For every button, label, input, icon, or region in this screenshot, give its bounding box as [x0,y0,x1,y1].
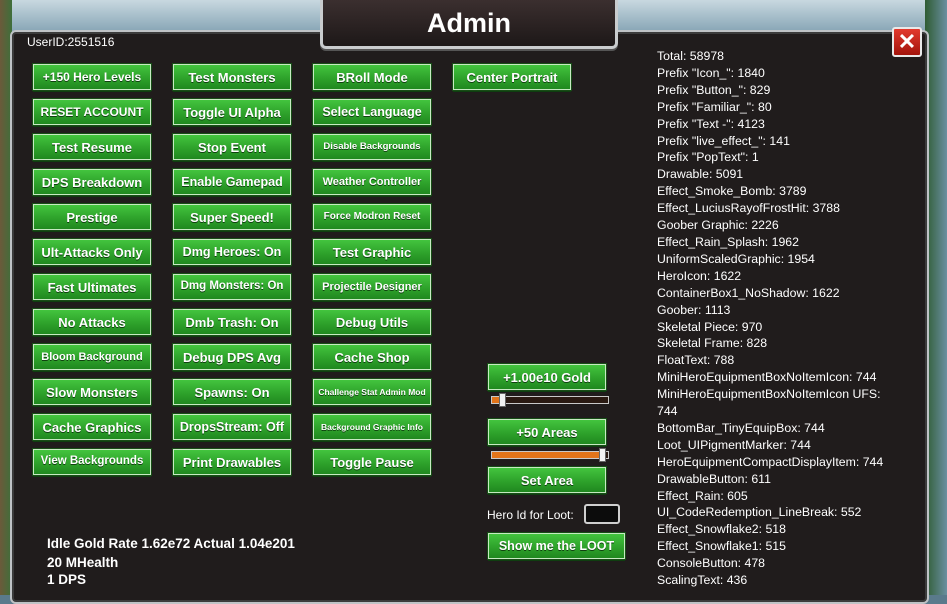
disable-backgrounds-button[interactable]: Disable Backgrounds [312,133,432,161]
hero-id-label: Hero Id for Loot: [487,508,574,522]
super-speed-button[interactable]: Super Speed! [172,203,292,231]
spawns-toggle[interactable]: Spawns: On [172,378,292,406]
no-attacks-button[interactable]: No Attacks [32,308,152,336]
stats-list-item: Effect_Snowflake1: 515 [657,539,786,554]
fast-ultimates-button[interactable]: Fast Ultimates [32,273,152,301]
add-areas-button[interactable]: +50 Areas [487,418,607,446]
enable-gamepad-button[interactable]: Enable Gamepad [172,168,292,196]
test-monsters-button[interactable]: Test Monsters [172,63,292,91]
stats-list-item: Effect_LuciusRayofFrostHit: 3788 [657,201,840,216]
dps-value: 1 DPS [47,572,87,587]
stats-list-item: ScalingText: 436 [657,573,748,588]
hero-levels-button[interactable]: +150 Hero Levels [32,63,152,91]
stats-list-item: ConsoleButton: 478 [657,556,766,571]
select-language-button[interactable]: Select Language [312,98,432,126]
stats-list-item: Skeletal Piece: 970 [657,319,763,334]
stats-list-item: ContainerBox1_NoShadow: 1622 [657,285,840,300]
gold-slider-fill [492,397,499,403]
weather-controller-button[interactable]: Weather Controller [312,168,432,196]
stats-list-item: Prefix "Familiar_": 80 [657,99,772,114]
test-resume-button[interactable]: Test Resume [32,133,152,161]
background-graphic-info-button[interactable]: Background Graphic Info [312,413,432,441]
stop-event-button[interactable]: Stop Event [172,133,292,161]
stats-list-item: MiniHeroEquipmentBoxNoItemIcon: 744 [657,370,877,385]
set-area-button[interactable]: Set Area [487,466,607,494]
dmg-heroes-toggle[interactable]: Dmg Heroes: On [172,238,292,266]
stats-list-item: DrawableButton: 611 [657,471,771,486]
dmb-trash-toggle[interactable]: Dmb Trash: On [172,308,292,336]
toggle-ui-alpha-button[interactable]: Toggle UI Alpha [172,98,292,126]
dps-breakdown-button[interactable]: DPS Breakdown [32,168,152,196]
projectile-designer-button[interactable]: Projectile Designer [312,273,432,301]
stats-list-item: HeroIcon: 1622 [657,268,742,283]
stats-list-item: Prefix "Icon_": 1840 [657,65,765,80]
add-gold-button[interactable]: +1.00e10 Gold [487,363,607,391]
stats-list-item: Goober Graphic: 2226 [657,218,779,233]
broll-mode-button[interactable]: BRoll Mode [312,63,432,91]
test-graphic-button[interactable]: Test Graphic [312,238,432,266]
stats-list-item: Prefix "Button_": 829 [657,82,771,97]
bloom-background-button[interactable]: Bloom Background [32,343,152,371]
stats-list-item: UI_CodeRedemption_LineBreak: 552 [657,505,862,520]
areas-slider[interactable] [491,448,609,462]
stats-list-item: Effect_Rain_Splash: 1962 [657,234,799,249]
areas-slider-handle[interactable] [599,448,606,462]
stats-list-item: Drawable: 5091 [657,167,744,182]
stats-list-item: UniformScaledGraphic: 1954 [657,251,815,266]
stats-list-item: Skeletal Frame: 828 [657,336,768,351]
print-drawables-button[interactable]: Print Drawables [172,448,292,476]
window-title: Admin [320,0,618,49]
stats-list-item: Loot_UIPigmentMarker: 744 [657,437,811,452]
stats-list-item: BottomBar_TinyEquipBox: 744 [657,420,825,435]
show-loot-button[interactable]: Show me the LOOT [487,532,626,560]
hero-id-input[interactable] [584,504,620,524]
stats-list-item: Total: 58978 [657,49,725,63]
slow-monsters-button[interactable]: Slow Monsters [32,378,152,406]
cache-graphics-button[interactable]: Cache Graphics [32,413,152,441]
challenge-stat-admin-mod-button[interactable]: Challenge Stat Admin Mod [312,378,432,406]
stats-list-item: Goober: 1113 [657,302,731,317]
areas-slider-fill [492,452,605,458]
stats-list-item: Effect_Rain: 605 [657,488,748,503]
drawable-stats-list: Total: 58978 Prefix "Icon_": 1840 Prefix "… [657,48,897,589]
debug-dps-avg-button[interactable]: Debug DPS Avg [172,343,292,371]
gold-slider-handle[interactable] [499,393,506,407]
drops-stream-toggle[interactable]: DropsStream: Off [172,413,292,441]
center-portrait-button[interactable]: Center Portrait [452,63,572,91]
stats-list-item: Effect_Snowflake2: 518 [657,522,786,537]
dmg-monsters-toggle[interactable]: Dmg Monsters: On [172,273,292,301]
toggle-pause-button[interactable]: Toggle Pause [312,448,432,476]
stats-list-item: Prefix "PopText": 1 [657,150,759,165]
view-backgrounds-button[interactable]: View Backgrounds [32,448,152,476]
mhealth-value: 20 MHealth [47,555,119,570]
ult-attacks-only-button[interactable]: Ult-Attacks Only [32,238,152,266]
stats-list-item: Effect_Smoke_Bomb: 3789 [657,184,807,199]
stats-list-item: HeroEquipmentCompactDisplayItem: 744 [657,454,884,469]
prestige-button[interactable]: Prestige [32,203,152,231]
reset-account-button[interactable]: RESET ACCOUNT [32,98,152,126]
gold-slider[interactable] [491,393,609,407]
force-modron-reset-button[interactable]: Force Modron Reset [312,203,432,231]
cache-shop-button[interactable]: Cache Shop [312,343,432,371]
user-id-label: UserID:2551516 [27,35,115,49]
idle-gold-rate: Idle Gold Rate 1.62e72 Actual 1.04e201 [47,536,295,551]
stats-list-item: Prefix "Text -": 4123 [657,116,765,131]
stats-list-item: Prefix "live_effect_": 141 [657,133,790,148]
stats-list-item: MiniHeroEquipmentBoxNoItemIcon UFS: 744 [657,387,881,419]
debug-utils-button[interactable]: Debug Utils [312,308,432,336]
stats-list-item: FloatText: 788 [657,353,735,368]
